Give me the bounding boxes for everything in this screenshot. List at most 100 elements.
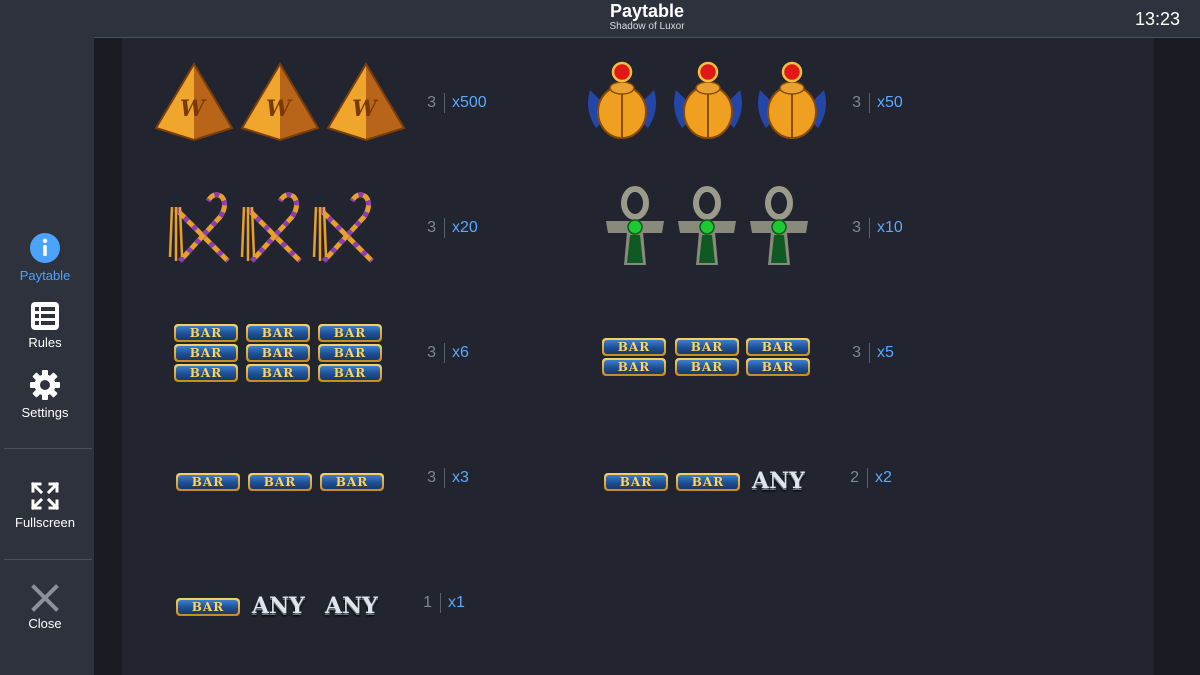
ankh-icon — [678, 186, 736, 265]
bar-label: BAR — [748, 340, 808, 354]
paytable-entry: W W W 3 x500 — [152, 60, 552, 150]
sidebar-item-settings[interactable]: Settings — [0, 369, 90, 420]
double-bar-symbol: BAR BAR — [675, 338, 741, 378]
sidebar-item-label: Paytable — [19, 268, 71, 283]
payout: 1 x1 — [420, 593, 465, 613]
payout: 3 x10 — [849, 218, 903, 238]
bar-label: BAR — [176, 346, 236, 360]
payout-multiplier: x20 — [452, 219, 478, 237]
bar-tile: BAR — [602, 338, 666, 356]
bar-tile: BAR — [318, 344, 382, 362]
bar-label: BAR — [248, 346, 308, 360]
single-bar-symbol: BAR — [248, 473, 312, 491]
paytable-entry: 3 x10 — [582, 185, 982, 275]
bar-tile: BAR — [246, 324, 310, 342]
bar-label: BAR — [248, 326, 308, 340]
sidebar-divider — [4, 448, 92, 449]
bar-label: BAR — [604, 340, 664, 354]
info-icon — [30, 233, 60, 263]
payout-divider — [440, 593, 441, 613]
payout-divider — [869, 343, 870, 363]
payout-divider — [867, 468, 868, 488]
wild-letter: W — [352, 96, 379, 122]
bar-tile: BAR — [174, 324, 238, 342]
sidebar-item-label: Close — [28, 616, 62, 631]
payout-multiplier: x5 — [877, 344, 894, 362]
paytable-entry: BAR ANY ANY 1 x1 — [152, 560, 552, 650]
bar-tile: BAR — [675, 338, 739, 356]
wild-letter: W — [266, 96, 293, 122]
paytable-entry: 3 x50 — [582, 60, 982, 150]
sidebar-item-paytable[interactable]: Paytable — [0, 232, 90, 283]
bar-label: BAR — [677, 360, 737, 374]
triple-bar-symbol: BAR BAR BAR — [318, 324, 384, 386]
sidebar-item-label: Fullscreen — [15, 515, 75, 530]
bar-tile: BAR — [174, 344, 238, 362]
payout: 3 x50 — [849, 93, 903, 113]
bar-label: BAR — [748, 360, 808, 374]
crook-flail-icon — [240, 192, 302, 263]
content-edge-right — [1154, 38, 1200, 675]
bar-tile: BAR — [174, 364, 238, 382]
bar-label: BAR — [604, 360, 664, 374]
symbol-count: 3 — [852, 219, 861, 237]
sidebar-item-label: Settings — [21, 405, 69, 420]
game-subtitle: Shadow of Luxor — [609, 21, 685, 32]
bar-label: BAR — [178, 600, 238, 614]
pyramid-wild-icon: W — [154, 62, 234, 142]
double-bar-symbol: BAR BAR — [602, 338, 668, 378]
bar-tile: BAR — [746, 358, 810, 376]
paytable-entry: BAR BAR ANY 2 x2 — [582, 435, 982, 525]
payout-divider — [444, 343, 445, 363]
scarab-icon — [674, 61, 742, 139]
bar-label: BAR — [678, 475, 738, 489]
sidebar-item-rules[interactable]: Rules — [0, 301, 90, 350]
bar-label: BAR — [176, 366, 236, 380]
payout-divider — [444, 218, 445, 238]
content-edge-left — [94, 38, 122, 675]
list-icon — [31, 302, 59, 330]
bar-tile: BAR — [746, 338, 810, 356]
bar-tile: BAR — [318, 324, 382, 342]
close-icon — [31, 584, 59, 612]
bar-tile: BAR — [602, 358, 666, 376]
symbol-count: 1 — [423, 594, 432, 612]
any-symbol: ANY — [325, 593, 378, 619]
paytable-entry: 3 x20 — [152, 185, 552, 275]
bar-label: BAR — [320, 366, 380, 380]
bar-label: BAR — [250, 475, 310, 489]
payout-divider — [869, 218, 870, 238]
symbol-count: 3 — [427, 469, 436, 487]
any-symbol: ANY — [752, 468, 805, 494]
gear-icon — [30, 370, 60, 400]
header: Paytable Shadow of Luxor 13:23 — [94, 0, 1200, 38]
crook-flail-icon — [168, 192, 230, 263]
clock: 13:23 — [1134, 9, 1180, 29]
payout-multiplier: x500 — [452, 94, 487, 112]
bar-tile: BAR — [675, 358, 739, 376]
page-title: Paytable — [609, 1, 685, 21]
triple-bar-symbol: BAR BAR BAR — [174, 324, 240, 386]
close-button[interactable]: Close — [0, 584, 90, 631]
bar-label: BAR — [178, 475, 238, 489]
single-bar-symbol: BAR — [176, 598, 240, 616]
payout-multiplier: x2 — [875, 469, 892, 487]
paytable-entry: BAR BAR BAR BAR BAR BAR 3 x5 — [582, 310, 982, 400]
payout-multiplier: x10 — [877, 219, 903, 237]
ankh-icon — [606, 186, 664, 265]
sidebar-divider — [4, 559, 92, 560]
payout-divider — [444, 468, 445, 488]
bar-label: BAR — [248, 366, 308, 380]
paytable-entry: BAR BAR BAR BAR BAR BAR BAR BAR BAR 3 x6 — [152, 310, 552, 400]
bar-label: BAR — [176, 326, 236, 340]
fullscreen-icon — [30, 481, 60, 511]
payout-multiplier: x6 — [452, 344, 469, 362]
sidebar-item-label: Rules — [28, 335, 62, 350]
payout: 3 x5 — [849, 343, 894, 363]
bar-label: BAR — [320, 346, 380, 360]
pyramid-wild-icon: W — [240, 62, 320, 142]
payout-multiplier: x50 — [877, 94, 903, 112]
payout-divider — [869, 93, 870, 113]
sidebar-item-fullscreen[interactable]: Fullscreen — [0, 481, 90, 530]
payout: 3 x20 — [424, 218, 478, 238]
